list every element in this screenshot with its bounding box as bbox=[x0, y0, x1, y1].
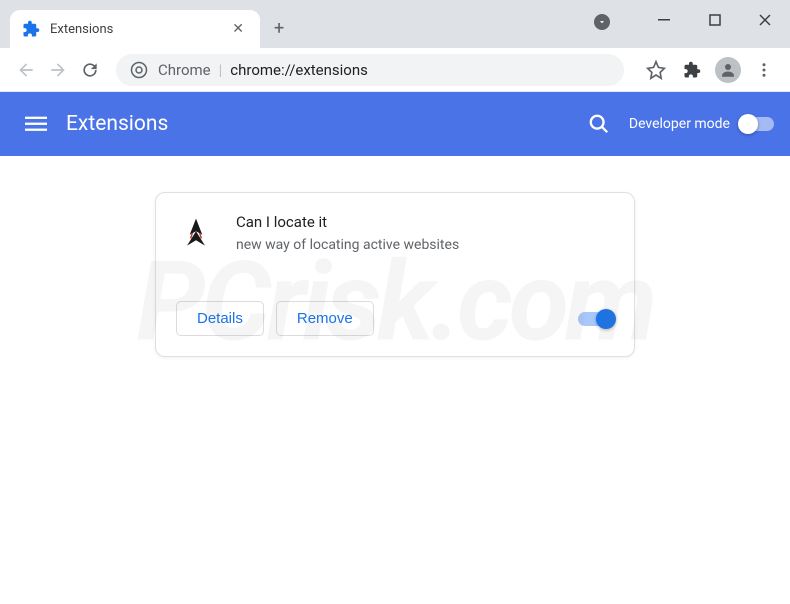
window-titlebar: Extensions ✕ + bbox=[0, 0, 790, 48]
extension-card: Can I locate it new way of locating acti… bbox=[155, 192, 635, 357]
page-title: Extensions bbox=[66, 112, 168, 136]
new-tab-button[interactable]: + bbox=[274, 18, 284, 39]
tab-title: Extensions bbox=[50, 22, 220, 37]
extension-description: new way of locating active websites bbox=[236, 237, 459, 253]
extensions-puzzle-icon[interactable] bbox=[676, 54, 708, 86]
bookmark-star-icon[interactable] bbox=[640, 54, 672, 86]
tab-media-icon[interactable] bbox=[594, 14, 610, 30]
close-window-button[interactable] bbox=[740, 0, 790, 40]
page-header: Extensions Developer mode bbox=[0, 92, 790, 156]
back-button[interactable] bbox=[10, 54, 42, 86]
minimize-button[interactable] bbox=[640, 0, 690, 40]
developer-mode-label: Developer mode bbox=[629, 116, 730, 132]
toggle-knob bbox=[738, 114, 758, 134]
developer-mode-toggle[interactable] bbox=[740, 117, 774, 131]
search-icon[interactable] bbox=[579, 104, 619, 144]
browser-tab[interactable]: Extensions ✕ bbox=[10, 10, 260, 48]
close-tab-icon[interactable]: ✕ bbox=[228, 19, 248, 39]
extension-logo-icon bbox=[176, 213, 216, 253]
content-area: Can I locate it new way of locating acti… bbox=[0, 156, 790, 393]
extension-enable-toggle[interactable] bbox=[578, 312, 614, 326]
details-button[interactable]: Details bbox=[176, 301, 264, 336]
toolbar-icons bbox=[640, 54, 780, 86]
profile-avatar[interactable] bbox=[712, 54, 744, 86]
omnibox[interactable]: Chrome | chrome://extensions bbox=[116, 54, 624, 86]
omnibox-url: chrome://extensions bbox=[230, 61, 368, 79]
omnibox-separator: | bbox=[219, 61, 223, 79]
remove-button[interactable]: Remove bbox=[276, 301, 374, 336]
menu-hamburger-icon[interactable] bbox=[16, 104, 56, 144]
avatar-icon bbox=[715, 57, 741, 83]
forward-button[interactable] bbox=[42, 54, 74, 86]
maximize-button[interactable] bbox=[690, 0, 740, 40]
menu-dots-icon[interactable] bbox=[748, 54, 780, 86]
address-bar: Chrome | chrome://extensions bbox=[0, 48, 790, 92]
window-controls bbox=[640, 0, 790, 40]
reload-button[interactable] bbox=[74, 54, 106, 86]
switch-knob bbox=[596, 309, 616, 329]
omnibox-prefix: Chrome bbox=[158, 61, 211, 79]
chrome-icon bbox=[130, 61, 148, 79]
extension-name: Can I locate it bbox=[236, 213, 459, 231]
puzzle-icon bbox=[22, 20, 40, 38]
